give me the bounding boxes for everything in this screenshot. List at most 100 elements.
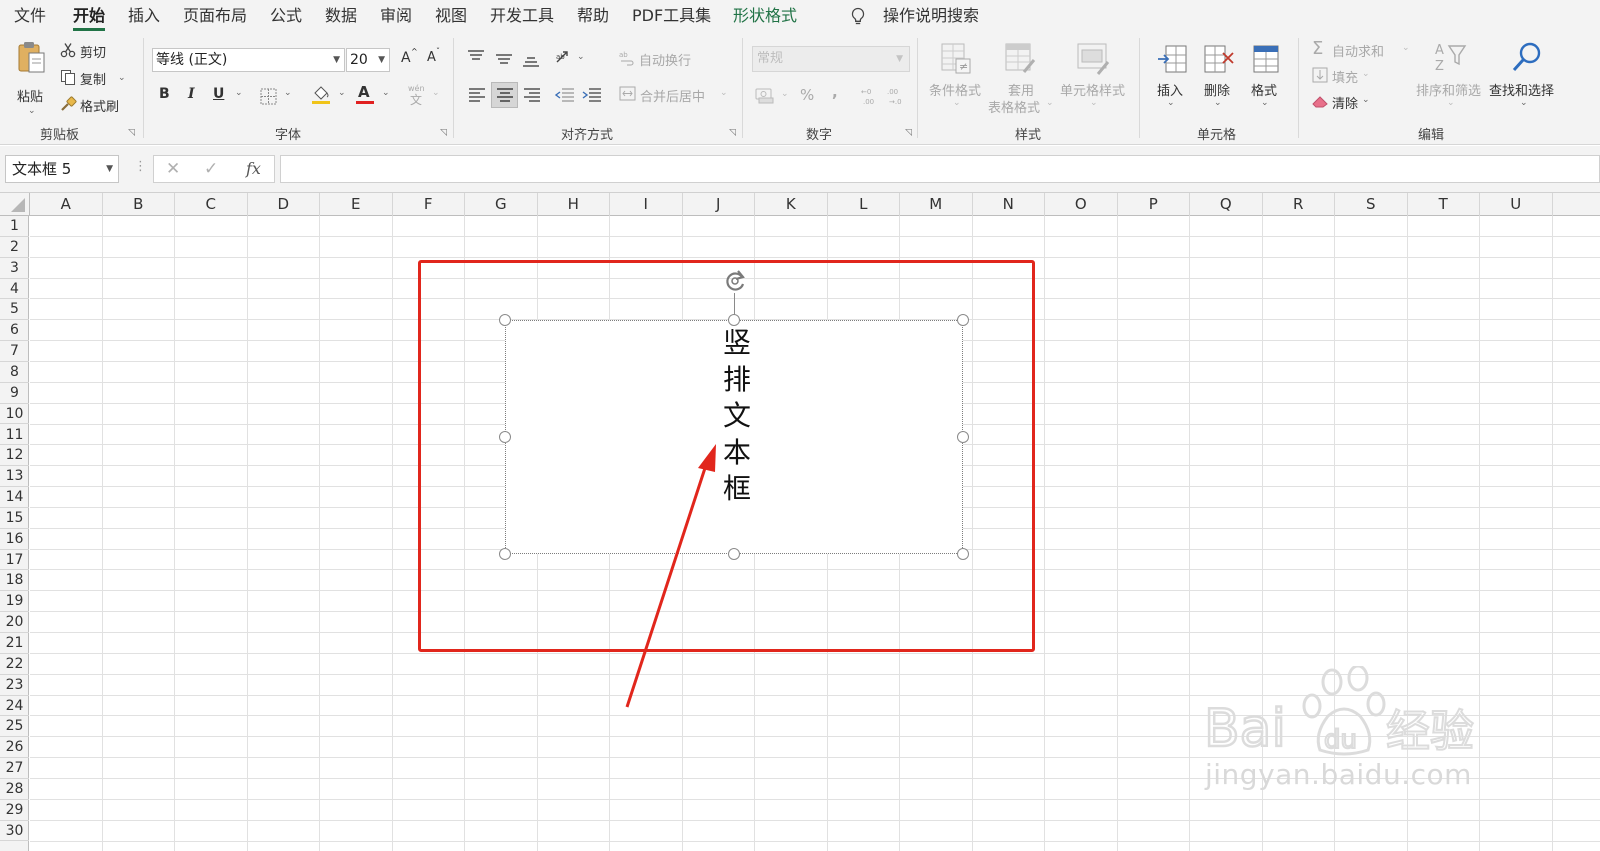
row-header-29[interactable]: 29 <box>0 800 29 821</box>
align-top-icon[interactable] <box>467 50 485 64</box>
row-header-20[interactable]: 20 <box>0 612 29 633</box>
row-header-10[interactable]: 10 <box>0 404 29 425</box>
increase-indent-icon[interactable] <box>582 87 602 103</box>
orientation-button[interactable]: ab ⌄ <box>555 50 587 70</box>
row-header-26[interactable]: 26 <box>0 737 29 759</box>
row-header-25[interactable]: 25 <box>0 716 29 738</box>
row-header-11[interactable]: 11 <box>0 425 29 446</box>
clear-button[interactable]: 清除 ⌄ <box>1312 92 1382 112</box>
font-size-select[interactable]: 20 ▼ <box>346 48 390 72</box>
row-header-27[interactable]: 27 <box>0 758 29 779</box>
number-launcher-icon[interactable]: ◹ <box>905 128 912 138</box>
copy-button[interactable]: 复制 ⌄ <box>60 69 132 89</box>
tab-data[interactable]: 数据 <box>325 4 357 28</box>
column-header-n[interactable]: N <box>973 193 1045 216</box>
confirm-entry-icon[interactable]: ✓ <box>204 159 218 179</box>
vertical-text-content[interactable]: 竖排文本框 <box>719 325 755 508</box>
row-header-12[interactable]: 12 <box>0 445 29 467</box>
resize-handle-bottom-left[interactable] <box>499 548 511 560</box>
insert-function-icon[interactable]: fx <box>246 159 261 178</box>
insert-cells-button[interactable]: 插入 ⌄ <box>1154 40 1190 118</box>
conditional-formatting-button[interactable]: ≠ 条件格式 ⌄ <box>928 40 986 118</box>
resize-handle-bottom-right[interactable] <box>957 548 969 560</box>
delete-cells-button[interactable]: 删除 ⌄ <box>1201 40 1237 118</box>
row-header-28[interactable]: 28 <box>0 779 29 800</box>
tab-view[interactable]: 视图 <box>435 4 467 28</box>
accounting-format-button[interactable]: ⌄ <box>755 86 791 106</box>
cancel-entry-icon[interactable]: ✕ <box>166 159 180 179</box>
tab-shape-format[interactable]: 形状格式 <box>733 4 797 28</box>
paste-button[interactable]: 粘贴 ⌄ <box>14 40 50 116</box>
clipboard-launcher-icon[interactable]: ◹ <box>128 128 135 138</box>
row-header-19[interactable]: 19 <box>0 591 29 613</box>
column-header-j[interactable]: J <box>683 193 755 216</box>
row-header-23[interactable]: 23 <box>0 675 29 696</box>
align-center-button[interactable] <box>491 82 518 108</box>
column-header-p[interactable]: P <box>1118 193 1190 216</box>
align-left-icon[interactable] <box>468 88 486 102</box>
row-header-22[interactable]: 22 <box>0 654 29 675</box>
underline-button[interactable]: U ⌄ <box>211 86 245 106</box>
column-header-k[interactable]: K <box>755 193 828 216</box>
row-header-21[interactable]: 21 <box>0 633 29 654</box>
column-header-r[interactable]: R <box>1263 193 1335 216</box>
formula-input[interactable] <box>280 155 1600 183</box>
column-header-g[interactable]: G <box>465 193 538 216</box>
phonetic-button[interactable]: wén 文 ⌄ <box>406 84 442 107</box>
name-box[interactable]: 文本框 5 ▼ <box>5 155 119 183</box>
row-header-1[interactable]: 1 <box>0 216 29 237</box>
row-header-17[interactable]: 17 <box>0 550 29 571</box>
row-header-24[interactable]: 24 <box>0 696 29 717</box>
font-name-select[interactable]: 等线 (正文) ▼ <box>152 48 345 72</box>
row-header-8[interactable]: 8 <box>0 362 29 383</box>
tab-formulas[interactable]: 公式 <box>270 4 302 28</box>
alignment-launcher-icon[interactable]: ◹ <box>729 128 736 138</box>
row-header-13[interactable]: 13 <box>0 466 29 488</box>
tab-file[interactable]: 文件 <box>14 4 46 28</box>
resize-handle-top-right[interactable] <box>957 314 969 326</box>
row-header-18[interactable]: 18 <box>0 570 29 592</box>
fill-color-button[interactable]: ⌄ <box>312 84 348 106</box>
format-cells-button[interactable]: 格式 ⌄ <box>1248 40 1284 118</box>
decrease-indent-icon[interactable] <box>555 87 575 103</box>
column-header-f[interactable]: F <box>393 193 465 216</box>
font-color-button[interactable]: A ⌄ <box>356 83 392 106</box>
row-header-14[interactable]: 14 <box>0 487 29 508</box>
column-header-s[interactable]: S <box>1335 193 1408 216</box>
column-header-d[interactable]: D <box>248 193 320 216</box>
sort-filter-button[interactable]: AZ 排序和筛选 ⌄ <box>1415 40 1487 118</box>
row-header-30[interactable]: 30 <box>0 821 29 842</box>
column-header-q[interactable]: Q <box>1190 193 1263 216</box>
tab-insert[interactable]: 插入 <box>128 4 160 28</box>
row-header-7[interactable]: 7 <box>0 341 29 362</box>
column-header-a[interactable]: A <box>30 193 103 216</box>
number-format-select[interactable]: 常规 ▼ <box>752 46 910 72</box>
rotate-handle-icon[interactable] <box>722 268 748 294</box>
resize-handle-bottom[interactable] <box>728 548 740 560</box>
column-header-c[interactable]: C <box>175 193 248 216</box>
row-header-9[interactable]: 9 <box>0 383 29 404</box>
vertical-text-box[interactable]: 竖排文本框 <box>505 320 963 554</box>
row-header-4[interactable]: 4 <box>0 279 29 300</box>
format-as-table-button[interactable]: 套用 表格格式 ⌄ <box>988 40 1054 118</box>
column-header-e[interactable]: E <box>320 193 393 216</box>
bold-button[interactable]: B <box>157 86 173 106</box>
tab-developer[interactable]: 开发工具 <box>490 4 554 28</box>
resize-handle-top[interactable] <box>728 314 740 326</box>
row-header-5[interactable]: 5 <box>0 299 29 321</box>
align-right-icon[interactable] <box>523 88 541 102</box>
cut-button[interactable]: 剪切 <box>60 42 130 62</box>
tab-pdf-tools[interactable]: PDF工具集 <box>632 4 711 28</box>
tab-home[interactable]: 开始 <box>73 4 106 31</box>
increase-decimal-icon[interactable]: ←0.00 <box>861 86 881 106</box>
row-header-15[interactable]: 15 <box>0 508 29 529</box>
autosum-button[interactable]: Σ 自动求和 ⌄ <box>1312 38 1410 60</box>
font-launcher-icon[interactable]: ◹ <box>440 128 447 138</box>
column-header-b[interactable]: B <box>103 193 175 216</box>
resize-handle-right[interactable] <box>957 431 969 443</box>
decrease-font-size-button[interactable]: A ˇ <box>425 47 443 70</box>
row-header-16[interactable]: 16 <box>0 529 29 550</box>
row-header-2[interactable]: 2 <box>0 237 29 258</box>
merge-center-button[interactable]: 合并后居中 ⌄ <box>619 84 731 105</box>
find-select-button[interactable]: 查找和选择 ⌄ <box>1488 40 1560 118</box>
